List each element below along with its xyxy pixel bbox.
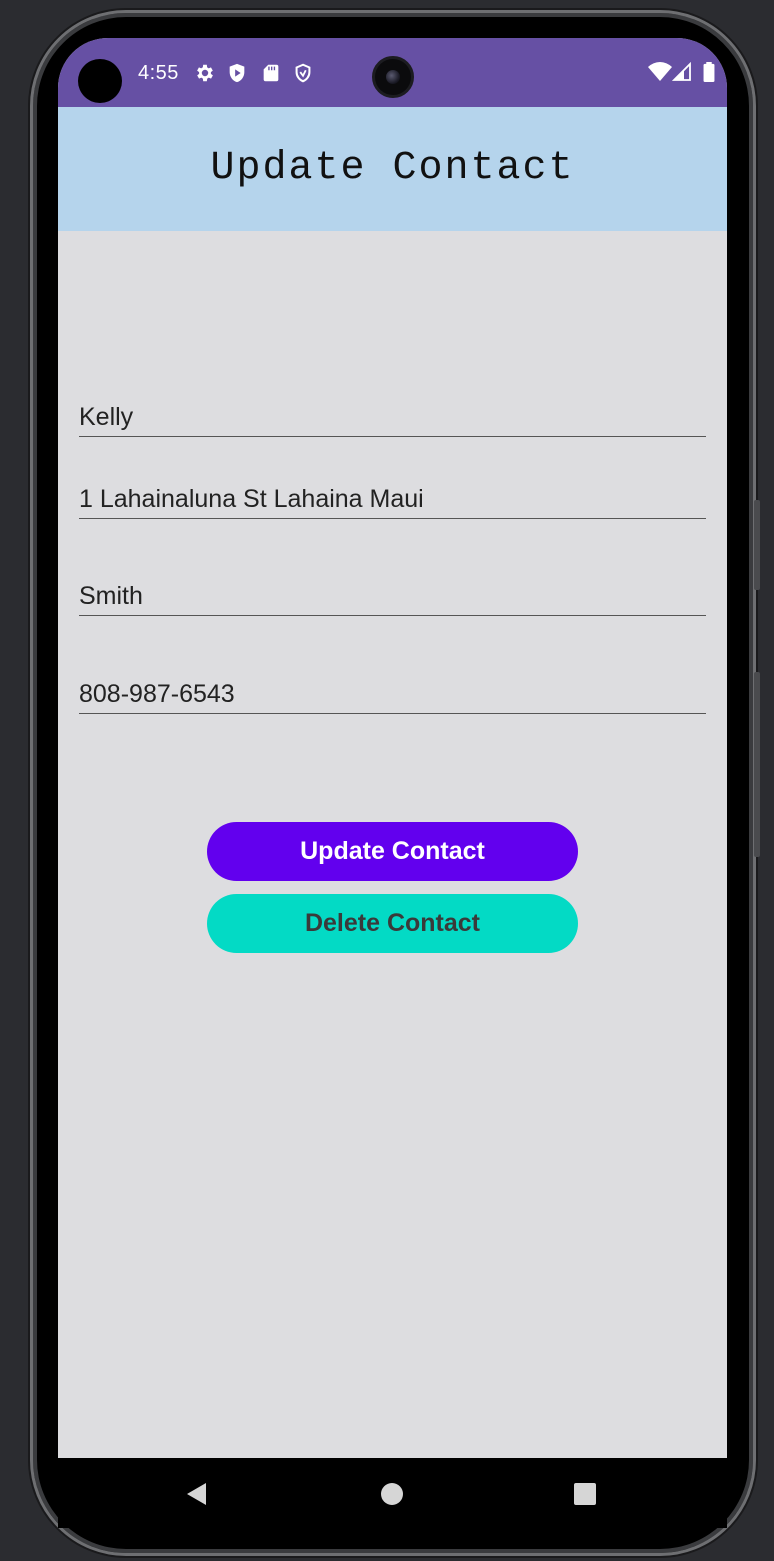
cell-signal-icon	[672, 62, 691, 81]
navigation-bar	[58, 1458, 727, 1528]
first-name-input[interactable]	[79, 402, 706, 432]
volume-buttons[interactable]	[754, 672, 760, 857]
home-icon[interactable]	[378, 1480, 406, 1508]
delete-contact-button[interactable]: Delete Contact	[207, 894, 578, 953]
recents-icon[interactable]	[571, 1480, 599, 1508]
app-header: Update Contact	[58, 107, 727, 231]
power-button[interactable]	[754, 500, 760, 590]
camera-cutout-left	[78, 59, 122, 103]
battery-icon	[703, 62, 715, 82]
first-name-field[interactable]	[79, 387, 706, 437]
front-camera	[372, 56, 414, 98]
settings-icon	[197, 64, 213, 82]
address-field[interactable]	[79, 469, 706, 519]
status-time: 4:55	[138, 62, 179, 84]
page-title: Update Contact	[210, 145, 575, 191]
address-input[interactable]	[79, 484, 706, 514]
back-icon[interactable]	[184, 1480, 212, 1508]
last-name-field[interactable]	[79, 566, 706, 616]
update-contact-button[interactable]: Update Contact	[207, 822, 578, 881]
shield-play-icon	[229, 63, 245, 83]
phone-field[interactable]	[79, 664, 706, 714]
wifi-icon	[648, 62, 672, 81]
phone-input[interactable]	[79, 679, 706, 709]
app-screen: 4:55 Update Contact Kelly 1 Lahainaluna …	[58, 38, 727, 1458]
sd-card-icon	[263, 64, 279, 82]
last-name-input[interactable]	[79, 581, 706, 611]
status-bar: 4:55	[58, 38, 727, 107]
shield-outline-icon	[295, 63, 311, 83]
